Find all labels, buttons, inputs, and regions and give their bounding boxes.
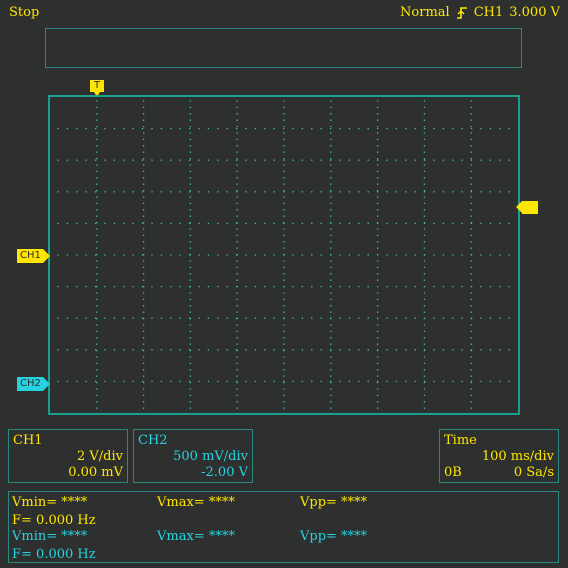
ch2-vmax: Vmax= ****: [157, 529, 235, 544]
trigger-info[interactable]: Normal CH1 3.000 V: [400, 5, 560, 20]
trigger-level: 3.000 V: [509, 5, 560, 20]
ch1-label: CH1: [13, 433, 43, 448]
ch1-vpp: Vpp= ****: [300, 495, 368, 510]
ch1-marker[interactable]: CH1: [17, 249, 50, 263]
graticule-dots: [57, 100, 510, 409]
timebase-mode: 0B: [444, 465, 462, 480]
timebase-label: Time: [444, 433, 477, 448]
ch1-vmax: Vmax= ****: [157, 495, 235, 510]
message-area: [45, 28, 522, 68]
measurement-panel[interactable]: Vmin= **** Vmax= **** Vpp= **** F= 0.000…: [8, 491, 559, 563]
ch2-frequency: F= 0.000 Hz: [12, 547, 96, 562]
trigger-mode: Normal: [400, 5, 450, 20]
ch2-settings-panel[interactable]: CH2 500 mV/div -2.00 V: [133, 429, 253, 483]
trigger-source: CH1: [473, 5, 504, 20]
waveform-display[interactable]: [48, 95, 520, 415]
ch2-label: CH2: [138, 433, 168, 448]
ch1-settings-panel[interactable]: CH1 2 V/div 0.00 mV: [8, 429, 128, 483]
ch2-marker[interactable]: CH2: [17, 377, 50, 391]
ch1-offset: 0.00 mV: [68, 465, 123, 480]
timebase-panel[interactable]: Time 100 ms/div 0B 0 Sa/s: [439, 429, 559, 483]
ch2-vmin: Vmin= ****: [12, 529, 88, 544]
ch1-vmin: Vmin= ****: [12, 495, 88, 510]
ch2-offset: -2.00 V: [201, 465, 248, 480]
trigger-position-marker[interactable]: T: [90, 80, 104, 97]
ch2-vpp: Vpp= ****: [300, 529, 368, 544]
run-status[interactable]: Stop: [9, 5, 39, 20]
ch2-scale: 500 mV/div: [173, 449, 248, 464]
trigger-level-marker[interactable]: [516, 201, 538, 214]
ch1-scale: 2 V/div: [77, 449, 123, 464]
graticule: [57, 100, 510, 409]
timebase-scale: 100 ms/div: [481, 449, 554, 464]
sample-rate: 0 Sa/s: [513, 465, 554, 480]
rising-edge-icon: [456, 6, 467, 19]
ch1-frequency: F= 0.000 Hz: [12, 513, 96, 528]
